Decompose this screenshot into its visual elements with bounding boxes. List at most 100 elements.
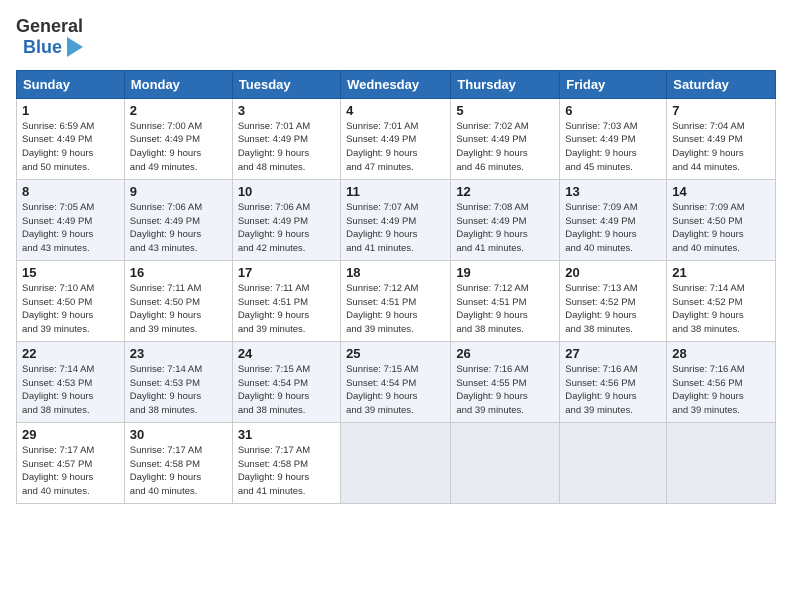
day-number: 20 <box>565 265 661 280</box>
day-info: Sunrise: 7:14 AM Sunset: 4:52 PM Dayligh… <box>672 282 770 337</box>
day-number: 13 <box>565 184 661 199</box>
day-info: Sunrise: 7:06 AM Sunset: 4:49 PM Dayligh… <box>130 201 227 256</box>
day-number: 30 <box>130 427 227 442</box>
day-number: 18 <box>346 265 445 280</box>
day-number: 2 <box>130 103 227 118</box>
day-info: Sunrise: 7:05 AM Sunset: 4:49 PM Dayligh… <box>22 201 119 256</box>
day-number: 25 <box>346 346 445 361</box>
calendar-cell: 22 Sunrise: 7:14 AM Sunset: 4:53 PM Dayli… <box>17 341 125 422</box>
day-info: Sunrise: 7:00 AM Sunset: 4:49 PM Dayligh… <box>130 120 227 175</box>
day-number: 8 <box>22 184 119 199</box>
calendar-cell: 2 Sunrise: 7:00 AM Sunset: 4:49 PM Daylig… <box>124 98 232 179</box>
logo-blue: Blue <box>23 37 62 58</box>
day-number: 6 <box>565 103 661 118</box>
day-info: Sunrise: 7:12 AM Sunset: 4:51 PM Dayligh… <box>346 282 445 337</box>
day-number: 3 <box>238 103 335 118</box>
calendar-cell: 4 Sunrise: 7:01 AM Sunset: 4:49 PM Daylig… <box>341 98 451 179</box>
day-info: Sunrise: 7:17 AM Sunset: 4:57 PM Dayligh… <box>22 444 119 499</box>
calendar-table: SundayMondayTuesdayWednesdayThursdayFrid… <box>16 70 776 504</box>
day-info: Sunrise: 7:01 AM Sunset: 4:49 PM Dayligh… <box>238 120 335 175</box>
day-info: Sunrise: 7:16 AM Sunset: 4:55 PM Dayligh… <box>456 363 554 418</box>
day-number: 16 <box>130 265 227 280</box>
day-number: 7 <box>672 103 770 118</box>
col-header-wednesday: Wednesday <box>341 70 451 98</box>
day-info: Sunrise: 7:02 AM Sunset: 4:49 PM Dayligh… <box>456 120 554 175</box>
logo: General Blue <box>16 16 83 58</box>
day-number: 5 <box>456 103 554 118</box>
day-info: Sunrise: 7:12 AM Sunset: 4:51 PM Dayligh… <box>456 282 554 337</box>
day-info: Sunrise: 7:14 AM Sunset: 4:53 PM Dayligh… <box>130 363 227 418</box>
day-number: 29 <box>22 427 119 442</box>
calendar-cell: 23 Sunrise: 7:14 AM Sunset: 4:53 PM Dayli… <box>124 341 232 422</box>
col-header-friday: Friday <box>560 70 667 98</box>
calendar-cell: 27 Sunrise: 7:16 AM Sunset: 4:56 PM Dayli… <box>560 341 667 422</box>
day-number: 19 <box>456 265 554 280</box>
day-number: 10 <box>238 184 335 199</box>
page-header: General Blue <box>16 16 776 58</box>
day-number: 1 <box>22 103 119 118</box>
day-info: Sunrise: 7:11 AM Sunset: 4:51 PM Dayligh… <box>238 282 335 337</box>
day-number: 24 <box>238 346 335 361</box>
day-number: 27 <box>565 346 661 361</box>
calendar-cell: 3 Sunrise: 7:01 AM Sunset: 4:49 PM Daylig… <box>232 98 340 179</box>
day-info: Sunrise: 7:13 AM Sunset: 4:52 PM Dayligh… <box>565 282 661 337</box>
calendar-cell: 9 Sunrise: 7:06 AM Sunset: 4:49 PM Daylig… <box>124 179 232 260</box>
calendar-cell: 10 Sunrise: 7:06 AM Sunset: 4:49 PM Dayli… <box>232 179 340 260</box>
day-number: 23 <box>130 346 227 361</box>
day-info: Sunrise: 6:59 AM Sunset: 4:49 PM Dayligh… <box>22 120 119 175</box>
day-info: Sunrise: 7:14 AM Sunset: 4:53 PM Dayligh… <box>22 363 119 418</box>
calendar-cell: 1 Sunrise: 6:59 AM Sunset: 4:49 PM Daylig… <box>17 98 125 179</box>
day-info: Sunrise: 7:06 AM Sunset: 4:49 PM Dayligh… <box>238 201 335 256</box>
col-header-thursday: Thursday <box>451 70 560 98</box>
day-info: Sunrise: 7:03 AM Sunset: 4:49 PM Dayligh… <box>565 120 661 175</box>
calendar-cell: 25 Sunrise: 7:15 AM Sunset: 4:54 PM Dayli… <box>341 341 451 422</box>
calendar-cell <box>451 422 560 503</box>
day-info: Sunrise: 7:07 AM Sunset: 4:49 PM Dayligh… <box>346 201 445 256</box>
day-number: 12 <box>456 184 554 199</box>
day-info: Sunrise: 7:15 AM Sunset: 4:54 PM Dayligh… <box>346 363 445 418</box>
day-info: Sunrise: 7:09 AM Sunset: 4:50 PM Dayligh… <box>672 201 770 256</box>
calendar-cell: 28 Sunrise: 7:16 AM Sunset: 4:56 PM Dayli… <box>667 341 776 422</box>
day-info: Sunrise: 7:16 AM Sunset: 4:56 PM Dayligh… <box>565 363 661 418</box>
calendar-cell <box>560 422 667 503</box>
day-number: 17 <box>238 265 335 280</box>
col-header-tuesday: Tuesday <box>232 70 340 98</box>
day-info: Sunrise: 7:10 AM Sunset: 4:50 PM Dayligh… <box>22 282 119 337</box>
day-info: Sunrise: 7:09 AM Sunset: 4:49 PM Dayligh… <box>565 201 661 256</box>
calendar-cell: 20 Sunrise: 7:13 AM Sunset: 4:52 PM Dayli… <box>560 260 667 341</box>
day-number: 9 <box>130 184 227 199</box>
calendar-cell: 17 Sunrise: 7:11 AM Sunset: 4:51 PM Dayli… <box>232 260 340 341</box>
calendar-cell: 21 Sunrise: 7:14 AM Sunset: 4:52 PM Dayli… <box>667 260 776 341</box>
day-number: 28 <box>672 346 770 361</box>
logo-arrow <box>67 37 83 57</box>
day-number: 21 <box>672 265 770 280</box>
day-number: 31 <box>238 427 335 442</box>
col-header-saturday: Saturday <box>667 70 776 98</box>
calendar-cell: 19 Sunrise: 7:12 AM Sunset: 4:51 PM Dayli… <box>451 260 560 341</box>
calendar-cell: 12Sunrise: 7:08 AM Sunset: 4:49 PM Dayli… <box>451 179 560 260</box>
calendar-cell: 7 Sunrise: 7:04 AM Sunset: 4:49 PM Daylig… <box>667 98 776 179</box>
day-number: 11 <box>346 184 445 199</box>
calendar-cell: 24 Sunrise: 7:15 AM Sunset: 4:54 PM Dayli… <box>232 341 340 422</box>
calendar-cell <box>667 422 776 503</box>
calendar-cell <box>341 422 451 503</box>
day-info: Sunrise: 7:11 AM Sunset: 4:50 PM Dayligh… <box>130 282 227 337</box>
calendar-cell: 29 Sunrise: 7:17 AM Sunset: 4:57 PM Dayli… <box>17 422 125 503</box>
day-info: Sunrise: 7:01 AM Sunset: 4:49 PM Dayligh… <box>346 120 445 175</box>
calendar-cell: 31 Sunrise: 7:17 AM Sunset: 4:58 PM Dayli… <box>232 422 340 503</box>
day-info: Sunrise: 7:15 AM Sunset: 4:54 PM Dayligh… <box>238 363 335 418</box>
calendar-cell: 15Sunrise: 7:10 AM Sunset: 4:50 PM Dayli… <box>17 260 125 341</box>
day-info: Sunrise: 7:17 AM Sunset: 4:58 PM Dayligh… <box>238 444 335 499</box>
day-number: 4 <box>346 103 445 118</box>
calendar-cell: 16 Sunrise: 7:11 AM Sunset: 4:50 PM Dayli… <box>124 260 232 341</box>
calendar-cell: 14 Sunrise: 7:09 AM Sunset: 4:50 PM Dayli… <box>667 179 776 260</box>
day-number: 14 <box>672 184 770 199</box>
day-info: Sunrise: 7:16 AM Sunset: 4:56 PM Dayligh… <box>672 363 770 418</box>
day-number: 22 <box>22 346 119 361</box>
day-info: Sunrise: 7:17 AM Sunset: 4:58 PM Dayligh… <box>130 444 227 499</box>
day-number: 26 <box>456 346 554 361</box>
calendar-cell: 5 Sunrise: 7:02 AM Sunset: 4:49 PM Daylig… <box>451 98 560 179</box>
calendar-cell: 18 Sunrise: 7:12 AM Sunset: 4:51 PM Dayli… <box>341 260 451 341</box>
col-header-monday: Monday <box>124 70 232 98</box>
day-info: Sunrise: 7:04 AM Sunset: 4:49 PM Dayligh… <box>672 120 770 175</box>
